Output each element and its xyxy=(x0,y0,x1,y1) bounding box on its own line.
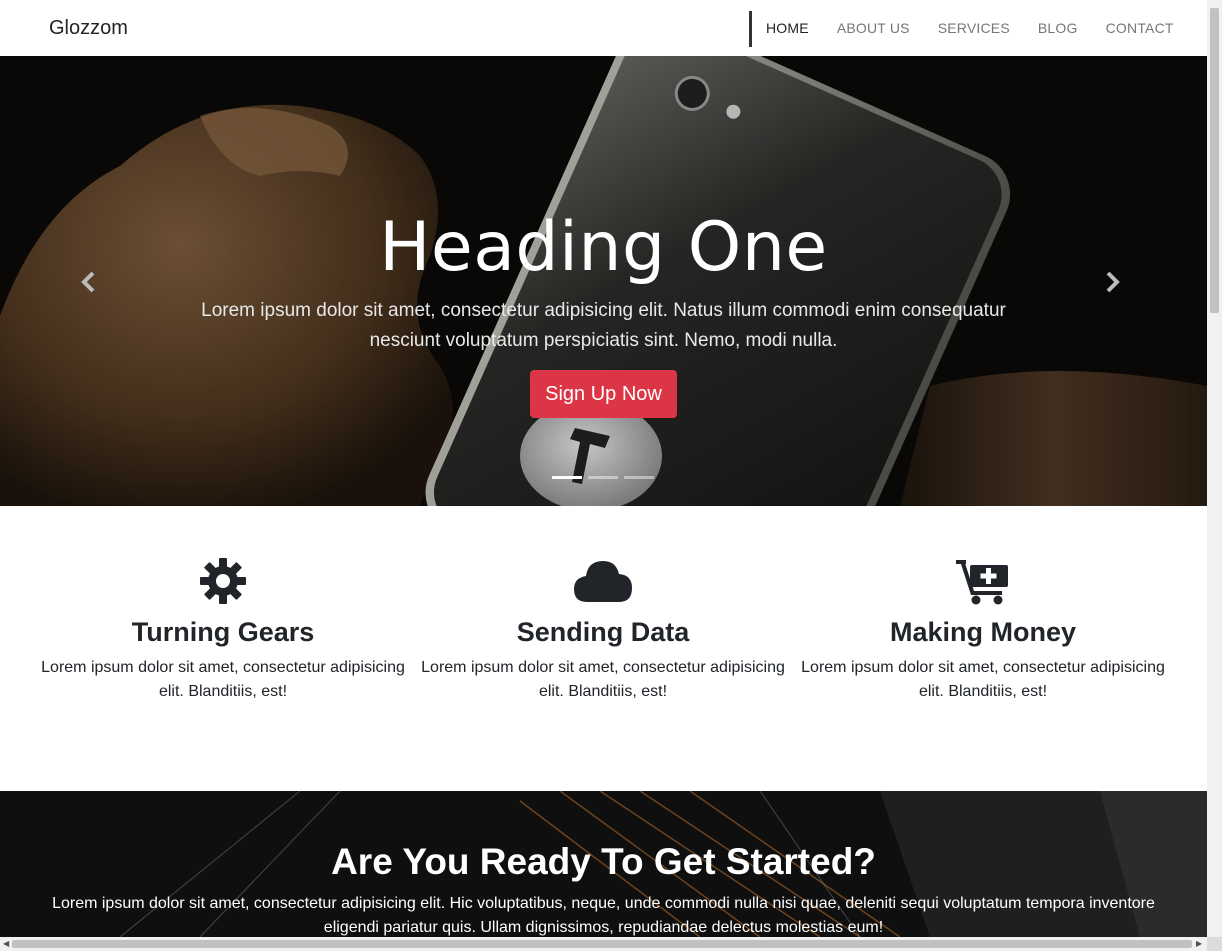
cta-section: Are You Ready To Get Started? Lorem ipsu… xyxy=(0,791,1207,937)
horizontal-scrollbar[interactable]: ◀ ▶ xyxy=(0,937,1207,951)
scroll-right-icon[interactable]: ▶ xyxy=(1196,939,1202,948)
chevron-left-icon xyxy=(81,271,95,293)
nav-link-home[interactable]: HOME xyxy=(766,20,809,36)
gear-icon xyxy=(33,556,413,606)
carousel-indicators xyxy=(552,476,660,479)
navbar: Glozzom HOME ABOUT US SERVICES BLOG CONT… xyxy=(0,0,1207,56)
feature-title: Making Money xyxy=(889,617,1077,647)
feature-sending-data: Sending Data Lorem ipsum dolor sit amet,… xyxy=(413,556,793,704)
carousel-indicator-1[interactable] xyxy=(552,476,582,479)
features-section: Turning Gears Lorem ipsum dolor sit amet… xyxy=(0,506,1207,791)
carousel-prev-button[interactable] xyxy=(77,270,101,294)
feature-title: Turning Gears xyxy=(131,617,315,647)
nav-active-indicator xyxy=(749,11,752,47)
carousel-indicator-3[interactable] xyxy=(624,476,654,479)
horizontal-scrollbar-thumb[interactable] xyxy=(12,940,1192,948)
hero-text: Lorem ipsum dolor sit amet, consectetur … xyxy=(201,300,1006,351)
vertical-scrollbar[interactable] xyxy=(1207,0,1222,937)
nav-link-blog[interactable]: BLOG xyxy=(1038,20,1078,36)
nav-link-about-us[interactable]: ABOUT US xyxy=(837,20,910,36)
cta-text: Lorem ipsum dolor sit amet, consectetur … xyxy=(52,895,1155,936)
cart-plus-icon xyxy=(793,556,1173,606)
brand-logo[interactable]: Glozzom xyxy=(49,17,128,40)
feature-making-money: Making Money Lorem ipsum dolor sit amet,… xyxy=(793,556,1173,704)
hero-carousel: Heading One Lorem ipsum dolor sit amet, … xyxy=(0,56,1207,506)
feature-text: Lorem ipsum dolor sit amet, consectetur … xyxy=(421,659,785,700)
carousel-next-button[interactable] xyxy=(1100,270,1124,294)
sign-up-button[interactable]: Sign Up Now xyxy=(530,370,677,418)
nav-links: HOME ABOUT US SERVICES BLOG CONTACT xyxy=(766,20,1202,36)
nav-link-contact[interactable]: CONTACT xyxy=(1106,20,1174,36)
feature-turning-gears: Turning Gears Lorem ipsum dolor sit amet… xyxy=(33,556,413,704)
hero-heading: Heading One xyxy=(379,208,828,287)
cloud-icon xyxy=(413,556,793,606)
scroll-left-icon[interactable]: ◀ xyxy=(3,939,9,948)
vertical-scrollbar-thumb[interactable] xyxy=(1210,8,1219,313)
chevron-right-icon xyxy=(1106,271,1120,293)
carousel-indicator-2[interactable] xyxy=(588,476,618,479)
feature-text: Lorem ipsum dolor sit amet, consectetur … xyxy=(801,659,1165,700)
feature-text: Lorem ipsum dolor sit amet, consectetur … xyxy=(41,659,405,700)
nav-link-services[interactable]: SERVICES xyxy=(938,20,1010,36)
scrollbar-corner xyxy=(1207,937,1222,951)
cta-heading: Are You Ready To Get Started? xyxy=(331,841,876,882)
feature-title: Sending Data xyxy=(516,617,690,647)
